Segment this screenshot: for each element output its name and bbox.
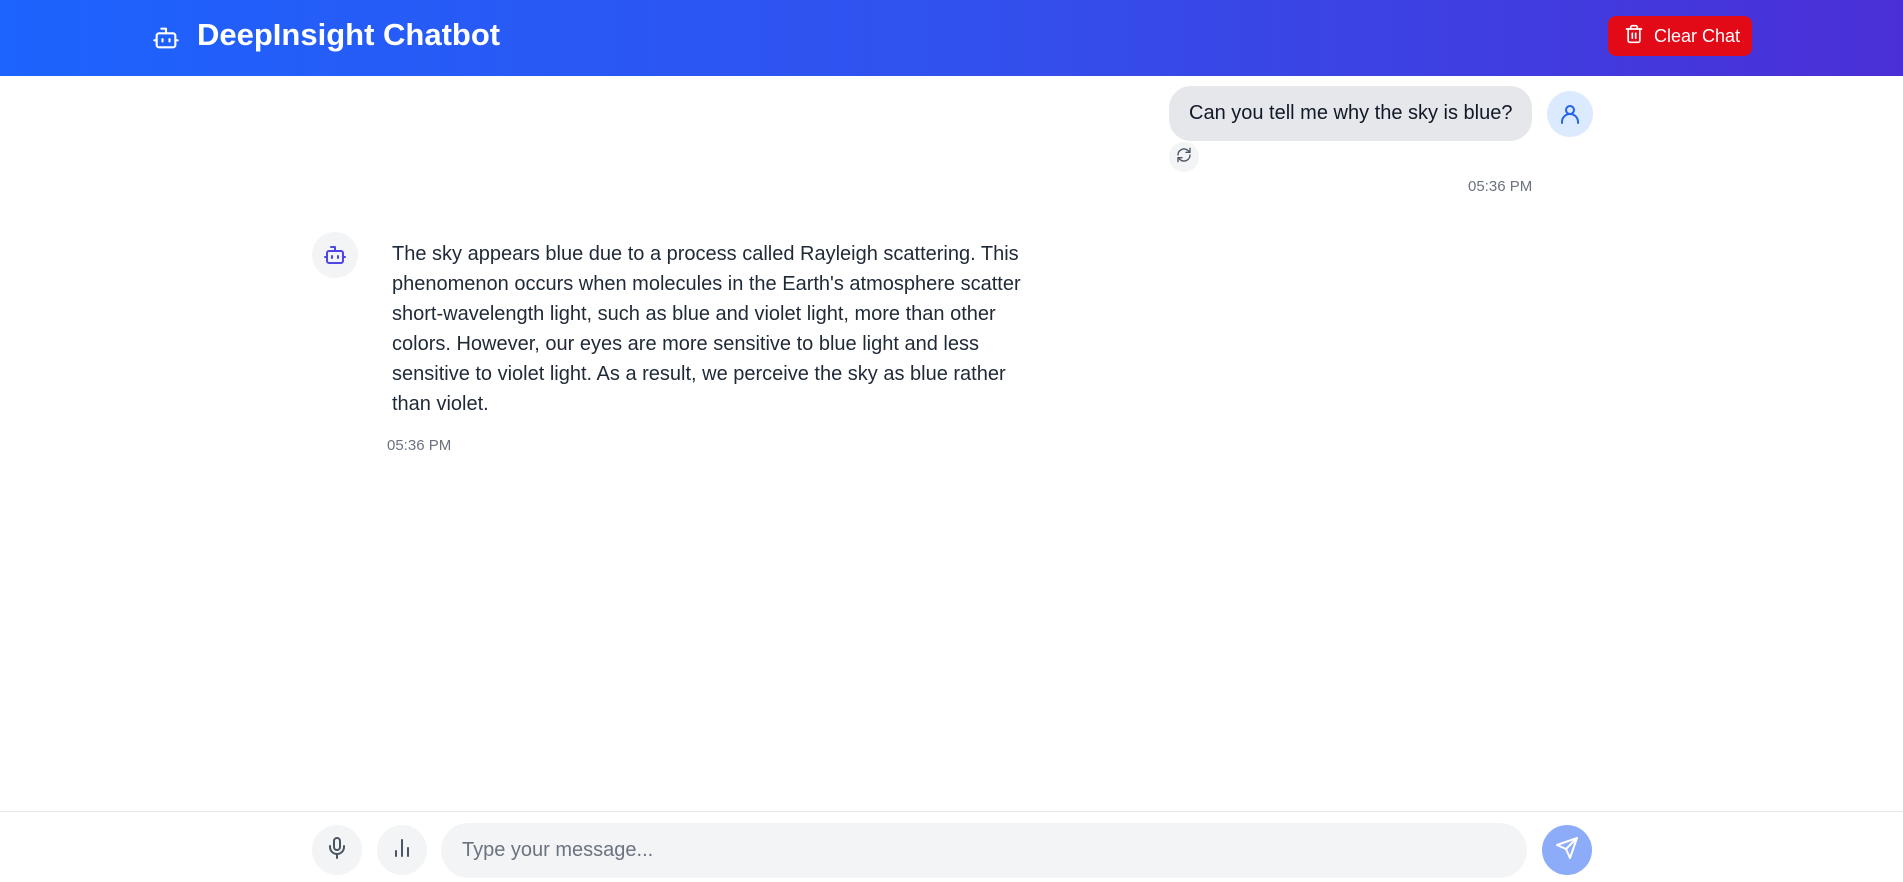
bot-message-timestamp: 05:36 PM (387, 437, 452, 454)
message-input[interactable] (441, 823, 1527, 878)
clear-chat-button[interactable]: Clear Chat (1608, 16, 1752, 56)
bot-message-text: The sky appears blue due to a process ca… (392, 243, 1021, 415)
send-button[interactable] (1542, 825, 1592, 875)
stats-button[interactable] (377, 825, 427, 875)
bar-chart-icon (390, 836, 414, 865)
trash-icon (1624, 24, 1644, 49)
user-message-timestamp: 05:36 PM (1468, 178, 1533, 195)
user-icon (1547, 91, 1593, 137)
regenerate-button[interactable] (1169, 142, 1199, 172)
user-message-bubble: Can you tell me why the sky is blue? (1169, 86, 1532, 141)
clear-chat-label: Clear Chat (1654, 25, 1741, 46)
composer-divider (0, 811, 1903, 812)
send-icon (1555, 836, 1579, 865)
microphone-button[interactable] (312, 825, 362, 875)
robot-icon (312, 232, 358, 278)
microphone-icon (325, 836, 349, 865)
page-title: DeepInsight Chatbot (197, 17, 501, 52)
app-header: DeepInsight Chatbot Clear Chat (0, 0, 1903, 76)
refresh-icon (1176, 147, 1192, 168)
robot-icon (152, 24, 180, 52)
